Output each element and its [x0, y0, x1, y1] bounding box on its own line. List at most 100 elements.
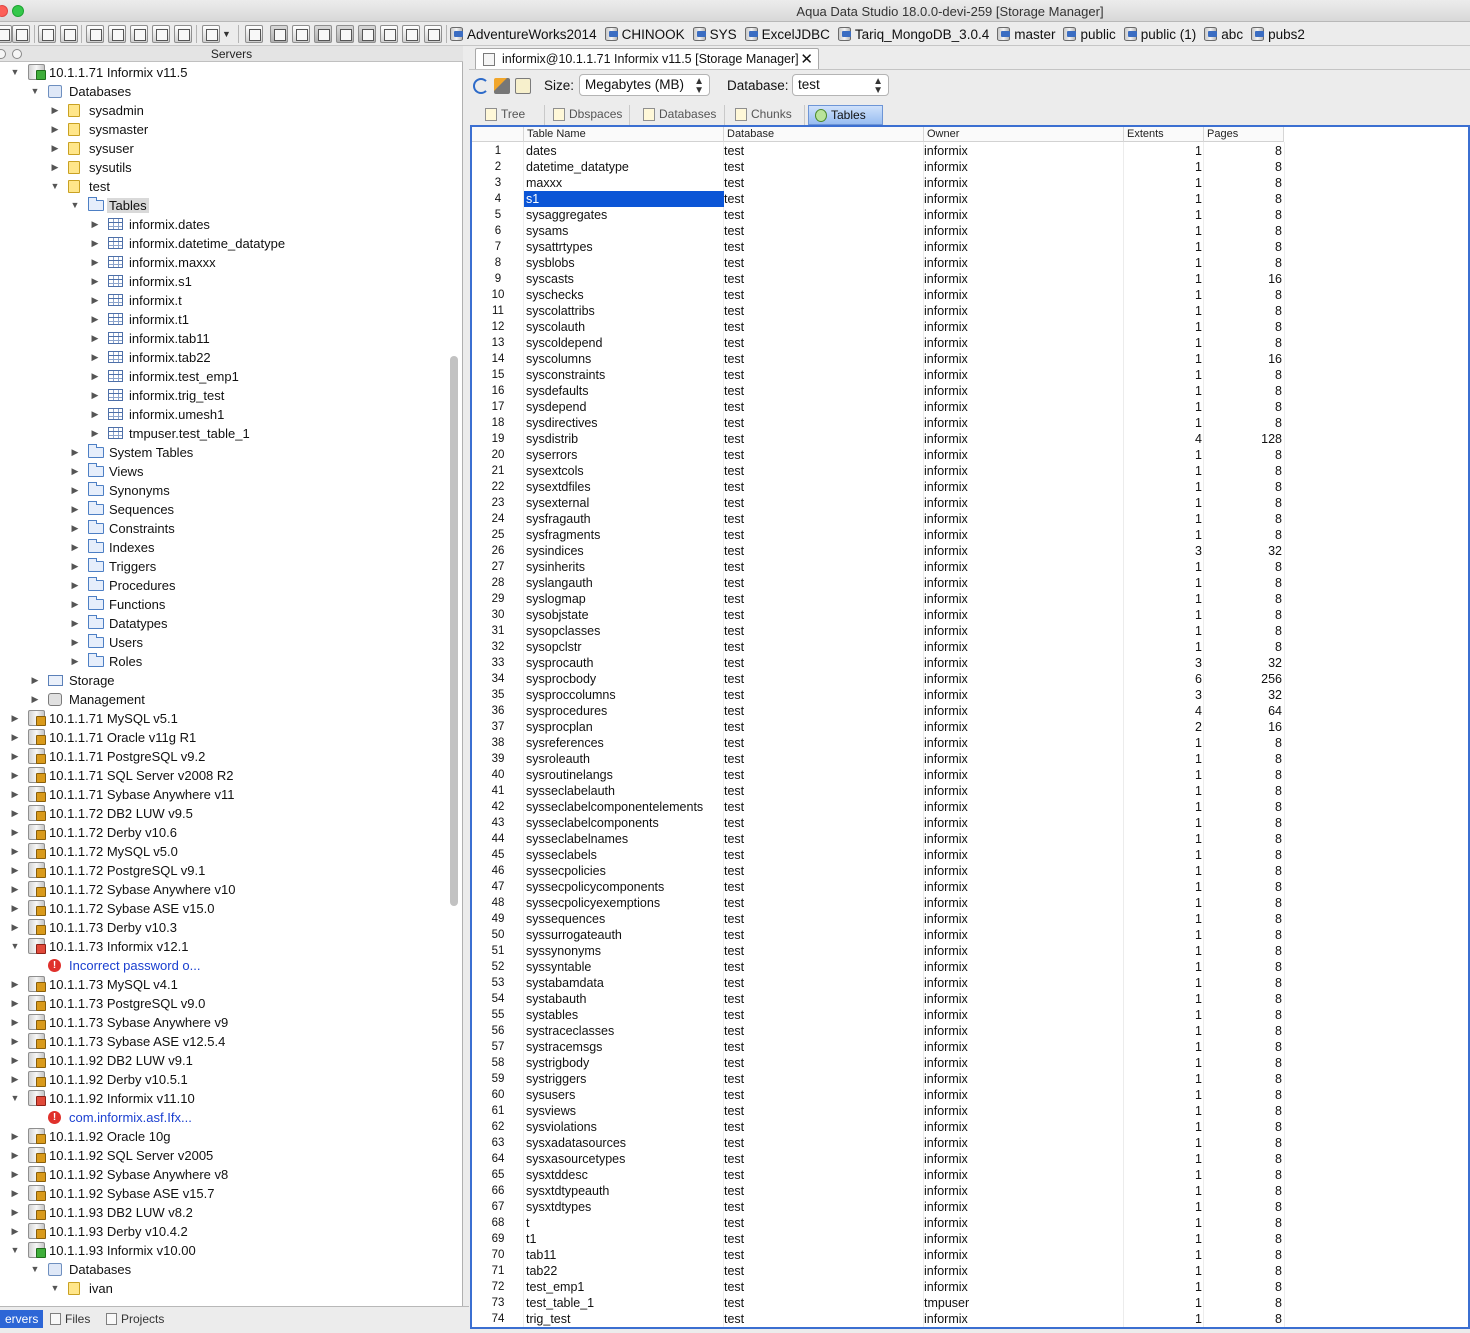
table-row[interactable]: 49 syssequences test informix 1 8: [472, 911, 1284, 927]
table-row[interactable]: 41 sysseclabelauth test informix 1 8: [472, 783, 1284, 799]
table-row[interactable]: 13 syscoldepend test informix 1 8: [472, 335, 1284, 351]
expand-right-icon[interactable]: ▶: [90, 219, 100, 229]
tree-node[interactable]: ▶ Management: [0, 690, 448, 709]
expand-right-icon[interactable]: ▶: [10, 770, 20, 780]
table-row[interactable]: 40 sysroutinelangs test informix 1 8: [472, 767, 1284, 783]
table-row[interactable]: 71 tab22 test informix 1 8: [472, 1263, 1284, 1279]
tree-node[interactable]: ▶ 10.1.1.73 MySQL v4.1: [0, 975, 448, 994]
subtab-chunks[interactable]: Chunks: [729, 105, 805, 125]
table-row[interactable]: 42 sysseclabelcomponentelements test inform…: [472, 799, 1284, 815]
table-row[interactable]: 64 sysxasourcetypes test informix 1 8: [472, 1151, 1284, 1167]
table-row[interactable]: 43 sysseclabelcomponents test informix 1 8: [472, 815, 1284, 831]
expand-right-icon[interactable]: ▶: [10, 865, 20, 875]
table-row[interactable]: 62 sysviolations test informix 1 8: [472, 1119, 1284, 1135]
tree-node[interactable]: ▶ informix.dates: [0, 215, 448, 234]
tree-node[interactable]: ▼ Tables: [0, 196, 448, 215]
column-header-table-name[interactable]: Table Name: [524, 127, 724, 142]
table-row[interactable]: 69 t1 test informix 1 8: [472, 1231, 1284, 1247]
table-row[interactable]: 25 sysfragments test informix 1 8: [472, 527, 1284, 543]
tree-node[interactable]: ▶ tmpuser.test_table_1: [0, 424, 448, 443]
table-row[interactable]: 55 systables test informix 1 8: [472, 1007, 1284, 1023]
subtab-tables[interactable]: Tables: [808, 105, 883, 125]
expand-right-icon[interactable]: ▶: [90, 409, 100, 419]
layout-tree-icon[interactable]: [402, 25, 420, 43]
expand-right-icon[interactable]: ▶: [10, 808, 20, 818]
table-row[interactable]: 45 sysseclabels test informix 1 8: [472, 847, 1284, 863]
table-row[interactable]: 66 sysxtdtypeauth test informix 1 8: [472, 1183, 1284, 1199]
expand-right-icon[interactable]: ▶: [90, 257, 100, 267]
table-row[interactable]: 37 sysprocplan test informix 2 16: [472, 719, 1284, 735]
expand-right-icon[interactable]: ▶: [10, 1226, 20, 1236]
tree-node[interactable]: ▼ 10.1.1.92 Informix v11.10: [0, 1089, 448, 1108]
expand-right-icon[interactable]: ▶: [10, 1188, 20, 1198]
chart-icon[interactable]: [424, 25, 442, 43]
column-header-row-number[interactable]: [472, 127, 524, 142]
expand-right-icon[interactable]: ▶: [10, 827, 20, 837]
expand-right-icon[interactable]: ▶: [70, 618, 80, 628]
expand-right-icon[interactable]: ▶: [90, 390, 100, 400]
expand-down-icon[interactable]: ▼: [30, 86, 40, 96]
expand-right-icon[interactable]: ▶: [10, 884, 20, 894]
table-row[interactable]: 65 sysxtddesc test informix 1 8: [472, 1167, 1284, 1183]
expand-down-icon[interactable]: ▼: [10, 941, 20, 951]
bookmark-item[interactable]: pubs2: [1251, 25, 1305, 43]
table-row[interactable]: 72 test_emp1 test informix 1 8: [472, 1279, 1284, 1295]
wand-alt-icon[interactable]: [60, 25, 78, 43]
find-schema-icon[interactable]: [130, 25, 148, 43]
table-row[interactable]: 23 sysexternal test informix 1 8: [472, 495, 1284, 511]
table-row[interactable]: 22 sysextdfiles test informix 1 8: [472, 479, 1284, 495]
expand-right-icon[interactable]: ▶: [10, 1036, 20, 1046]
subtab-databases[interactable]: Databases: [637, 105, 725, 125]
tree-node[interactable]: ▶ 10.1.1.73 PostgreSQL v9.0: [0, 994, 448, 1013]
expand-down-icon[interactable]: ▼: [50, 181, 60, 191]
tree-node[interactable]: ▶ informix.tab22: [0, 348, 448, 367]
expand-right-icon[interactable]: ▶: [90, 314, 100, 324]
table-row[interactable]: 2 datetime_datatype test informix 1 8: [472, 159, 1284, 175]
document-icon[interactable]: [202, 25, 220, 43]
expand-right-icon[interactable]: ▶: [50, 124, 60, 134]
expand-right-icon[interactable]: ▶: [30, 694, 40, 704]
expand-right-icon[interactable]: ▶: [70, 656, 80, 666]
column-header-pages[interactable]: Pages: [1204, 127, 1284, 142]
tree-node[interactable]: ▶ 10.1.1.72 Sybase ASE v15.0: [0, 899, 448, 918]
refresh-icon[interactable]: [473, 78, 489, 94]
tree-node[interactable]: ▶ 10.1.1.71 Oracle v11g R1: [0, 728, 448, 747]
table-row[interactable]: 1 dates test informix 1 8: [472, 143, 1284, 159]
table-row[interactable]: 53 systabamdata test informix 1 8: [472, 975, 1284, 991]
tree-node[interactable]: ▶ 10.1.1.72 Derby v10.6: [0, 823, 448, 842]
table-row[interactable]: 19 sysdistrib test informix 4 128: [472, 431, 1284, 447]
table-row[interactable]: 56 systraceclasses test informix 1 8: [472, 1023, 1284, 1039]
expand-right-icon[interactable]: ▶: [70, 637, 80, 647]
expand-right-icon[interactable]: ▶: [10, 998, 20, 1008]
table-row[interactable]: 30 sysobjstate test informix 1 8: [472, 607, 1284, 623]
bookmark-item[interactable]: SYS: [692, 25, 737, 43]
bookmark-item[interactable]: master: [997, 25, 1055, 43]
tree-node[interactable]: ! com.informix.asf.Ifx...: [0, 1108, 448, 1127]
tree-node[interactable]: ▶ 10.1.1.92 SQL Server v2005: [0, 1146, 448, 1165]
subtab-dbspaces[interactable]: Dbspaces: [547, 105, 630, 125]
tree-node[interactable]: ▶ Users: [0, 633, 448, 652]
table-row[interactable]: 74 trig_test test informix 1 8: [472, 1311, 1284, 1327]
expand-right-icon[interactable]: ▶: [30, 675, 40, 685]
table-row[interactable]: 57 systracemsgs test informix 1 8: [472, 1039, 1284, 1055]
expand-right-icon[interactable]: ▶: [10, 1131, 20, 1141]
table-row[interactable]: 16 sysdefaults test informix 1 8: [472, 383, 1284, 399]
close-tab-icon[interactable]: ✕: [800, 50, 813, 68]
expand-right-icon[interactable]: ▶: [50, 105, 60, 115]
expand-right-icon[interactable]: ▶: [10, 751, 20, 761]
tree-node[interactable]: ▶ 10.1.1.92 DB2 LUW v9.1: [0, 1051, 448, 1070]
tree-node[interactable]: ▶ 10.1.1.92 Sybase Anywhere v8: [0, 1165, 448, 1184]
layout-split-icon[interactable]: [292, 25, 310, 43]
document-tab[interactable]: informix@10.1.1.71 Informix v11.5 [Stora…: [475, 48, 819, 69]
tree-node[interactable]: ▼ 10.1.1.71 Informix v11.5: [0, 63, 448, 82]
expand-right-icon[interactable]: ▶: [70, 561, 80, 571]
table-row[interactable]: 20 syserrors test informix 1 8: [472, 447, 1284, 463]
tree-node[interactable]: ▶ Storage: [0, 671, 448, 690]
bookmark-item[interactable]: public: [1063, 25, 1116, 43]
expand-down-icon[interactable]: ▼: [10, 1093, 20, 1103]
tree-node[interactable]: ▶ informix.t: [0, 291, 448, 310]
table-row[interactable]: 48 syssecpolicyexemptions test informix 1 8: [472, 895, 1284, 911]
bottom-tab-files[interactable]: Files: [45, 1310, 95, 1328]
tree-node[interactable]: ▶ Views: [0, 462, 448, 481]
tree-node[interactable]: ▶ informix.maxxx: [0, 253, 448, 272]
